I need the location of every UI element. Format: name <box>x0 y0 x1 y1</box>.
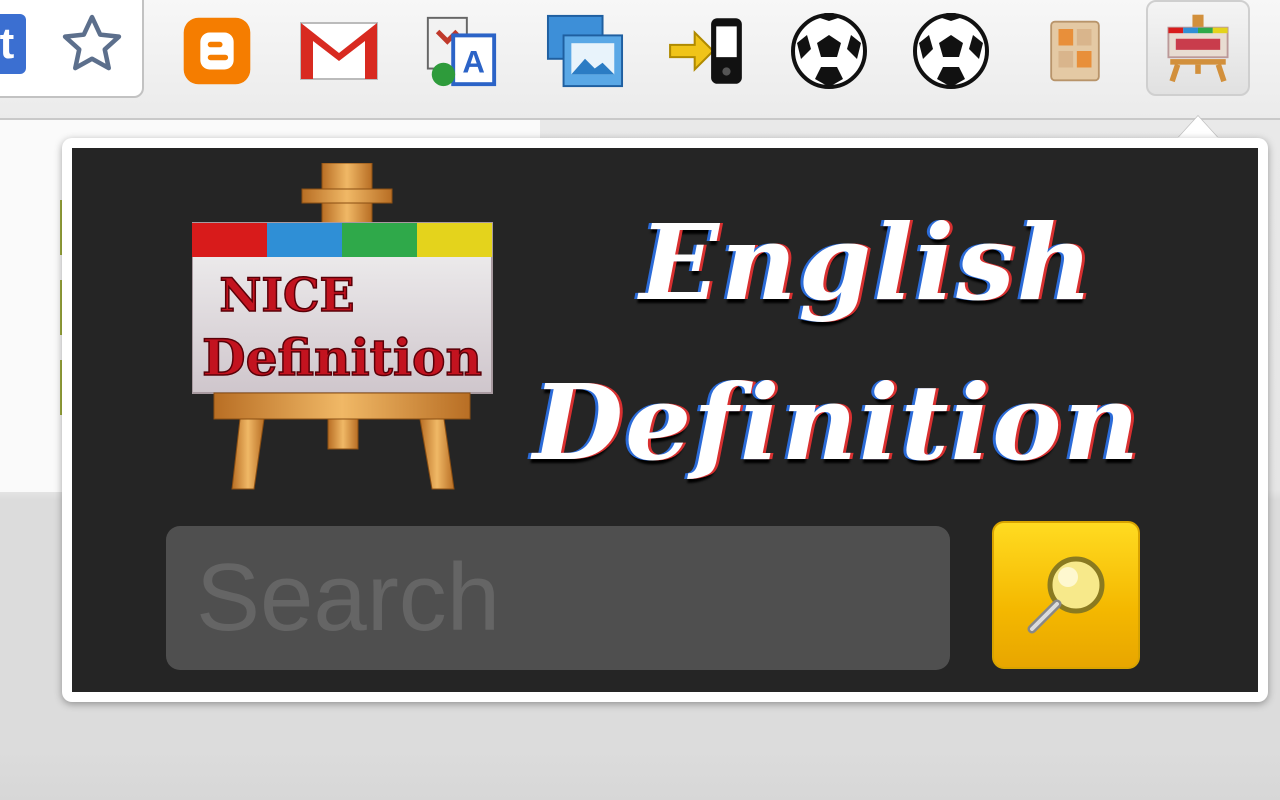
blogger-icon <box>183 17 251 85</box>
title-line-english: English <box>639 201 1095 324</box>
soccer-extension-button-2[interactable] <box>910 10 992 92</box>
gmail-icon <box>300 22 378 80</box>
omnibox-app-letter: t <box>0 19 15 68</box>
bookmark-star-icon[interactable] <box>58 10 126 82</box>
translate-icon: A <box>426 16 497 87</box>
popup-pointer <box>1178 116 1218 138</box>
english-definition-extension-button[interactable] <box>1146 0 1250 96</box>
browser-toolbar: t A <box>0 0 1280 120</box>
easel-logo: NICE Definition <box>192 163 493 490</box>
photo-viewer-extension-button[interactable] <box>544 10 626 92</box>
translate-extension-button[interactable]: A <box>420 10 502 92</box>
omnibox[interactable]: t <box>0 0 144 98</box>
calculator-extension-button[interactable] <box>1034 10 1116 92</box>
magnifier-icon <box>1027 556 1105 634</box>
logo-text-line1: NICE <box>219 268 354 322</box>
search-button[interactable] <box>992 521 1140 669</box>
soccer-ball-icon <box>791 13 867 89</box>
english-definition-icon <box>1167 14 1229 83</box>
browser-window: t A NICE Definition English Definition S… <box>0 0 1280 800</box>
logo-text-line2: Definition <box>202 328 482 387</box>
blogger-extension-button[interactable] <box>176 10 258 92</box>
extension-popup: NICE Definition English Definition <box>62 138 1268 702</box>
send-to-phone-extension-button[interactable] <box>666 10 748 92</box>
photo-viewer-icon <box>546 14 624 88</box>
soccer-ball-icon <box>913 13 989 89</box>
calculator-icon <box>1050 20 1100 82</box>
popup-title: English Definition <box>517 183 1157 503</box>
omnibox-app-icon: t <box>0 14 26 74</box>
search-input[interactable] <box>166 526 950 670</box>
gmail-extension-button[interactable] <box>298 10 380 92</box>
soccer-extension-button[interactable] <box>788 10 870 92</box>
popup-body: NICE Definition English Definition <box>72 148 1258 692</box>
send-to-phone-icon <box>669 18 742 84</box>
title-line-definition: Definition <box>532 361 1142 484</box>
svg-text:A: A <box>462 44 485 79</box>
